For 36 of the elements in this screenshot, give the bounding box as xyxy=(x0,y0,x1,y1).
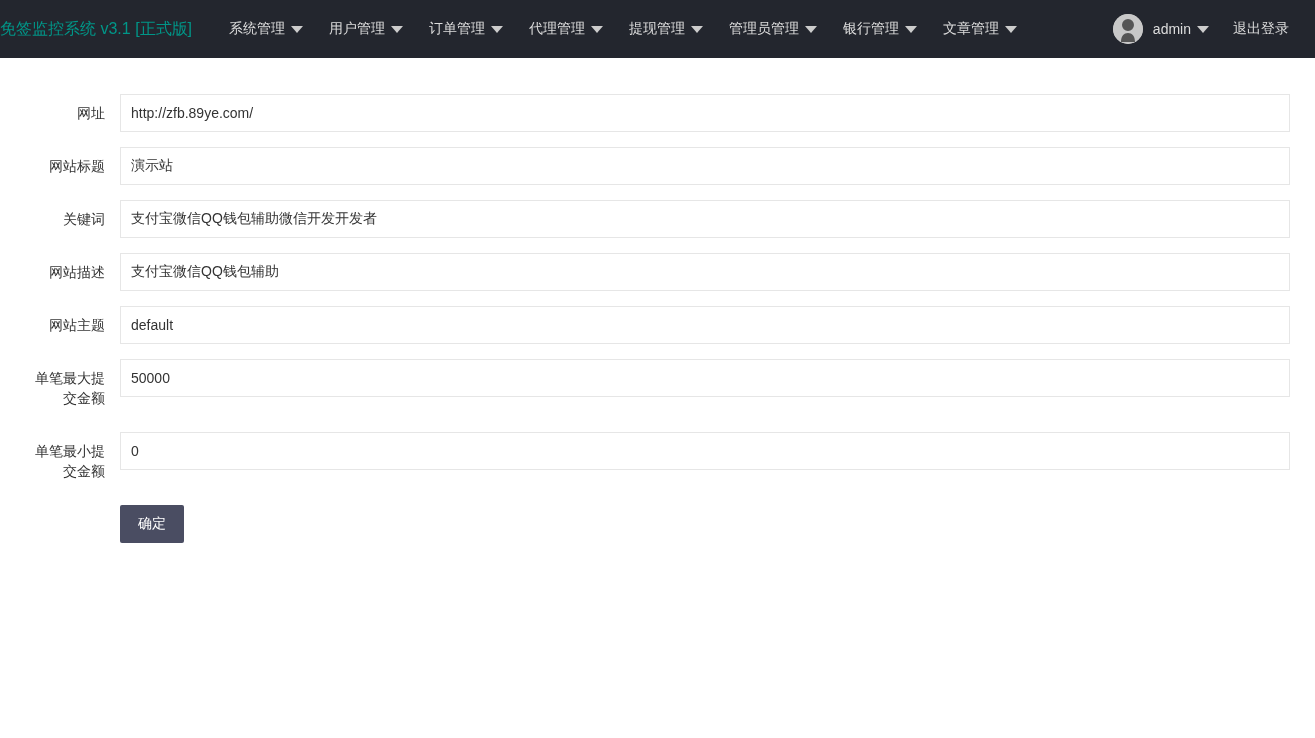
input-field[interactable]: 支付宝微信QQ钱包辅助微信开发开发者 xyxy=(120,200,1290,238)
nav-menu-item[interactable]: 代理管理 xyxy=(516,20,617,38)
nav-menu-item[interactable]: 用户管理 xyxy=(316,20,417,38)
field-label: 网址 xyxy=(76,104,106,123)
app-logo: 免签监控系统 v3.1 [正式版] xyxy=(0,18,193,39)
caret-icon xyxy=(491,25,504,33)
caret-icon xyxy=(1005,25,1018,33)
input-field[interactable]: default xyxy=(120,306,1290,344)
caret-icon xyxy=(1197,25,1209,33)
caret-icon xyxy=(905,25,918,33)
nav-menu-item[interactable]: 文章管理 xyxy=(930,20,1031,38)
user-menu[interactable]: admin xyxy=(1152,21,1209,37)
field-label: 关键词 xyxy=(62,210,106,229)
nav-menu-item[interactable]: 银行管理 xyxy=(830,20,931,38)
nav-menu-item[interactable]: 订单管理 xyxy=(416,20,517,38)
confirm-button[interactable]: 确定 xyxy=(120,505,184,543)
caret-icon xyxy=(805,25,818,33)
input-field[interactable]: 50000 xyxy=(120,359,1290,397)
nav-menu-item[interactable]: 管理员管理 xyxy=(716,20,831,38)
logout-link[interactable]: 退出登录 xyxy=(1233,20,1289,38)
field-label: 网站主题 xyxy=(48,316,106,335)
input-field[interactable]: 支付宝微信QQ钱包辅助 xyxy=(120,253,1290,291)
field-label: 单笔最小提交金额 xyxy=(34,442,106,481)
caret-icon xyxy=(391,25,404,33)
nav-menu-item[interactable]: 系统管理 xyxy=(216,20,317,38)
field-label: 单笔最大提交金额 xyxy=(34,369,106,408)
input-field[interactable]: http://zfb.89ye.com/ xyxy=(120,94,1290,132)
caret-icon xyxy=(291,25,304,33)
field-label: 网站描述 xyxy=(48,263,106,282)
field-label: 网站标题 xyxy=(48,157,106,176)
avatar-icon[interactable] xyxy=(1112,14,1143,44)
nav-menu-item[interactable]: 提现管理 xyxy=(616,20,717,38)
input-field[interactable]: 0 xyxy=(120,432,1290,470)
caret-icon xyxy=(591,25,604,33)
input-field[interactable]: 演示站 xyxy=(120,147,1290,185)
caret-icon xyxy=(691,25,704,33)
